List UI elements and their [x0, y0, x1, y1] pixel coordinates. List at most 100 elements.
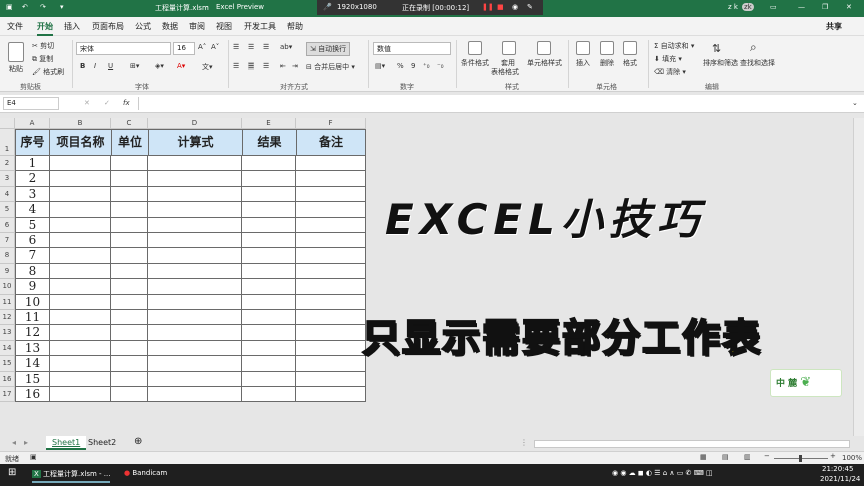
cell-formula[interactable]	[148, 310, 242, 326]
header-cell-result[interactable]: 结果	[242, 129, 297, 156]
row-header[interactable]: 14	[0, 340, 15, 357]
row-header[interactable]: 1	[0, 129, 15, 156]
cell-item-name[interactable]	[50, 217, 111, 233]
sort-filter-icon[interactable]: ⇅	[712, 42, 721, 55]
cell-formula[interactable]	[148, 248, 242, 264]
row-header[interactable]: 16	[0, 371, 15, 387]
row-header[interactable]: 15	[0, 356, 15, 372]
align-left-icon[interactable]: ☰	[233, 62, 239, 70]
pen-icon[interactable]: ✎	[527, 3, 533, 11]
cell-formula[interactable]	[148, 340, 242, 357]
column-header-f[interactable]: F	[296, 118, 366, 129]
cell-unit[interactable]	[111, 356, 148, 372]
cell-notes[interactable]	[296, 371, 366, 387]
cell-seq[interactable]: 14	[15, 356, 50, 372]
column-header-b[interactable]: B	[50, 118, 111, 129]
cell-seq[interactable]: 16	[15, 387, 50, 403]
header-cell-formula[interactable]: 计算式	[148, 129, 243, 156]
cell-result[interactable]	[242, 387, 296, 403]
stop-icon[interactable]: ■	[497, 3, 504, 11]
cell-unit[interactable]	[111, 217, 148, 233]
cell-notes[interactable]	[296, 294, 366, 310]
scroll-tabs-right-icon[interactable]: ▸	[18, 436, 34, 450]
tab-sheet2[interactable]: Sheet2	[82, 436, 122, 450]
cell-seq[interactable]: 15	[15, 371, 50, 387]
cut-button[interactable]: ✂ 剪切	[32, 41, 54, 51]
sort-filter-label[interactable]: 排序和筛选	[703, 58, 738, 68]
number-format-select[interactable]: 数值	[373, 42, 451, 55]
tray-icons[interactable]: ◉ ◉ ☁ ◼ ◐ ☰ ⌂ ∧ ▭ ✆ ⌨ ◫	[612, 469, 713, 477]
cell-item-name[interactable]	[50, 371, 111, 387]
cell-result[interactable]	[242, 356, 296, 372]
cell-item-name[interactable]	[50, 248, 111, 264]
cell-unit[interactable]	[111, 340, 148, 357]
row-header[interactable]: 9	[0, 263, 15, 280]
format-cells-label[interactable]: 格式	[623, 58, 637, 68]
cell-result[interactable]	[242, 279, 296, 295]
cell-result[interactable]	[242, 263, 296, 280]
cell-formula[interactable]	[148, 294, 242, 310]
formula-input[interactable]	[138, 97, 848, 110]
cell-unit[interactable]	[111, 325, 148, 341]
paste-icon[interactable]	[8, 42, 24, 62]
orientation-icon[interactable]: ab▾	[280, 43, 292, 51]
cell-formula[interactable]	[148, 279, 242, 295]
cell-unit[interactable]	[111, 233, 148, 249]
redo-icon[interactable]: ↷	[40, 3, 46, 11]
cell-formula[interactable]	[148, 171, 242, 187]
row-header[interactable]: 4	[0, 186, 15, 203]
horizontal-scrollbar[interactable]	[534, 440, 850, 448]
insert-cells-label[interactable]: 插入	[576, 58, 590, 68]
cell-notes[interactable]	[296, 340, 366, 357]
header-cell-item-name[interactable]: 项目名称	[49, 129, 112, 156]
row-header[interactable]: 17	[0, 387, 15, 403]
header-cell-seq[interactable]: 序号	[15, 129, 50, 156]
cell-notes[interactable]	[296, 156, 366, 172]
start-icon[interactable]: ⊞	[8, 467, 16, 478]
delete-cells-icon[interactable]	[600, 41, 614, 55]
pause-icon[interactable]: ❚❚	[482, 3, 494, 11]
cell-item-name[interactable]	[50, 340, 111, 357]
format-table-icon[interactable]	[502, 41, 516, 55]
cell-seq[interactable]: 1	[15, 156, 50, 172]
tab-sheet1[interactable]: Sheet1	[46, 436, 87, 450]
cell-seq[interactable]: 13	[15, 340, 50, 357]
decrease-decimal-icon[interactable]: ⁻₀	[437, 62, 444, 70]
macro-record-icon[interactable]: ▣	[30, 453, 37, 461]
cell-result[interactable]	[242, 325, 296, 341]
page-layout-view-icon[interactable]: ▤	[722, 453, 729, 461]
cell-item-name[interactable]	[50, 233, 111, 249]
percent-button[interactable]: %	[397, 62, 404, 70]
phonetic-icon[interactable]: 文▾	[202, 62, 213, 72]
font-color-icon[interactable]: A▾	[177, 62, 185, 70]
menu-formulas[interactable]: 公式	[135, 21, 151, 32]
undo-icon[interactable]: ↶	[22, 3, 28, 11]
format-painter-button[interactable]: 🖌 格式刷	[32, 67, 64, 77]
menu-home[interactable]: 开始	[37, 21, 53, 36]
cell-notes[interactable]	[296, 186, 366, 203]
cell-notes[interactable]	[296, 233, 366, 249]
cell-seq[interactable]: 12	[15, 325, 50, 341]
cell-formula[interactable]	[148, 233, 242, 249]
cell-result[interactable]	[242, 310, 296, 326]
row-header[interactable]: 7	[0, 233, 15, 249]
vertical-scrollbar[interactable]	[853, 118, 864, 436]
cell-formula[interactable]	[148, 186, 242, 203]
cell-item-name[interactable]	[50, 263, 111, 280]
cell-unit[interactable]	[111, 310, 148, 326]
cell-item-name[interactable]	[50, 156, 111, 172]
add-sheet-icon[interactable]: ⊕	[128, 434, 148, 448]
cell-notes[interactable]	[296, 356, 366, 372]
cell-result[interactable]	[242, 340, 296, 357]
cell-result[interactable]	[242, 186, 296, 203]
cell-unit[interactable]	[111, 387, 148, 403]
merge-center-button[interactable]: ⊟ 合并后居中 ▾	[306, 62, 355, 72]
align-right-icon[interactable]: ☰	[263, 62, 269, 70]
bold-button[interactable]: B	[80, 62, 85, 70]
align-center-icon[interactable]: ☰	[248, 62, 255, 70]
cell-formula[interactable]	[148, 356, 242, 372]
close-icon[interactable]: ✕	[846, 3, 852, 11]
cell-result[interactable]	[242, 248, 296, 264]
cell-notes[interactable]	[296, 310, 366, 326]
row-header[interactable]: 11	[0, 294, 15, 310]
